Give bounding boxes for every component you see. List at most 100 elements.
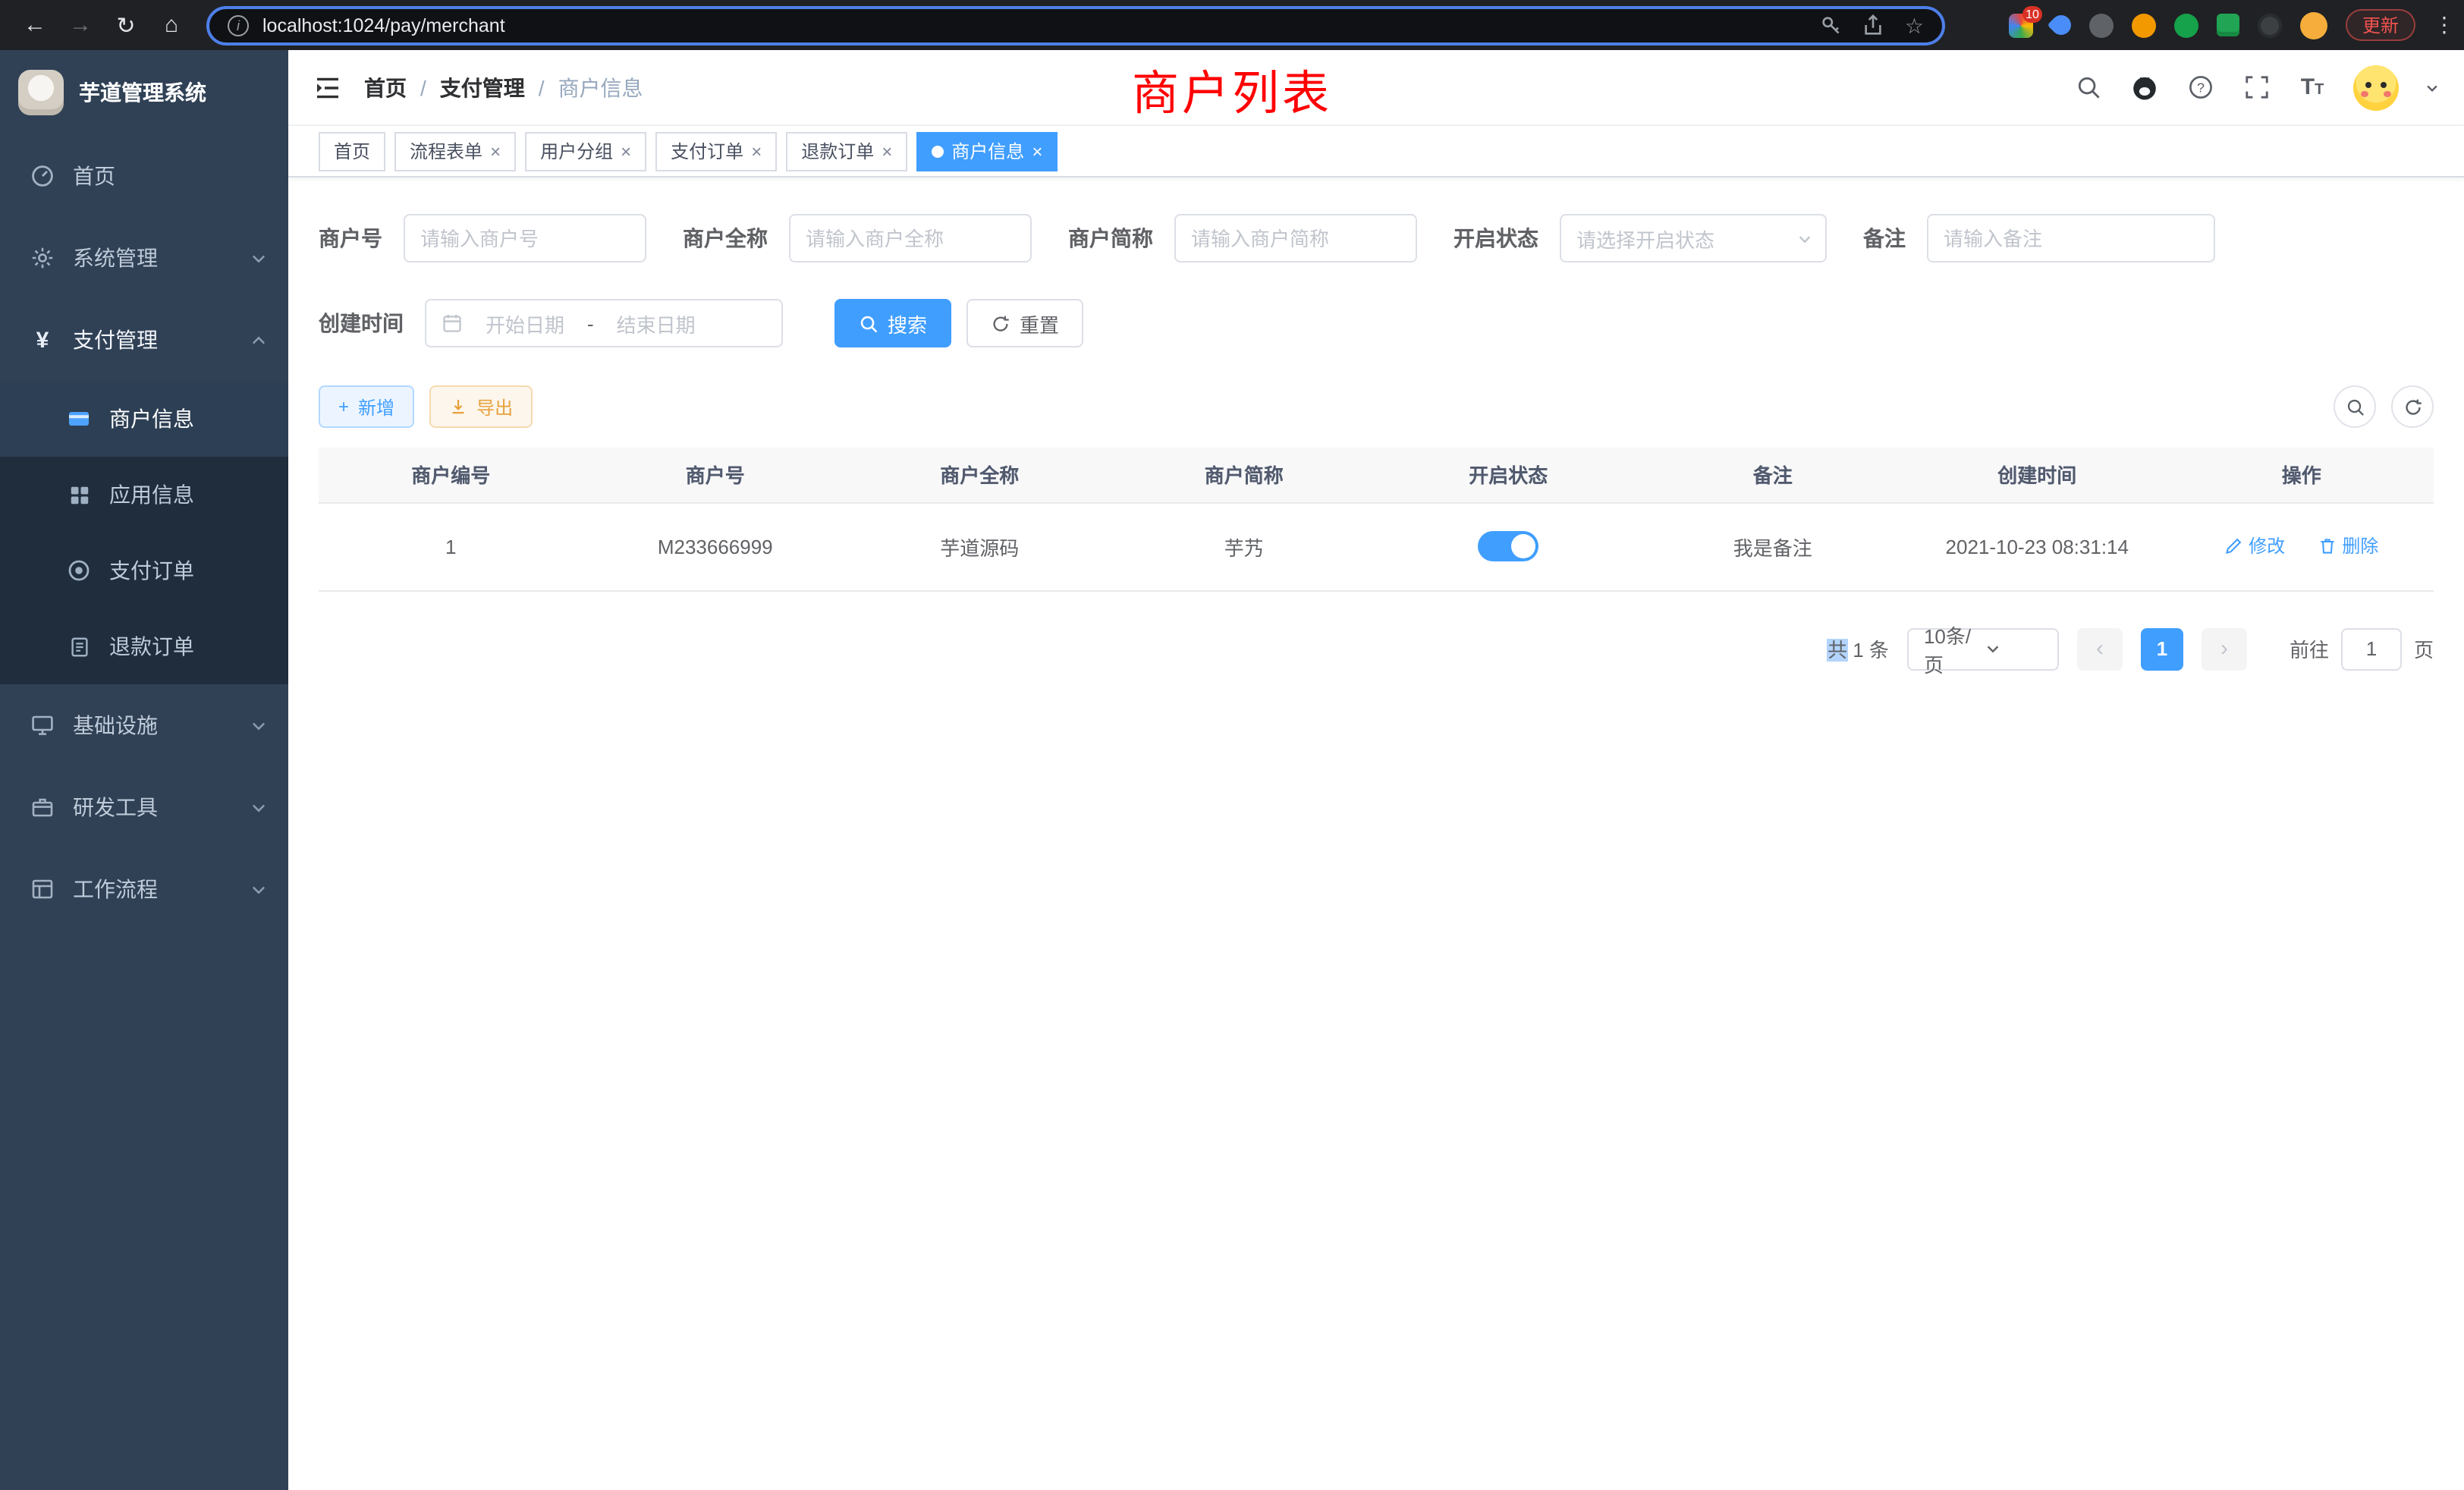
extension-colorful-icon[interactable]: 10 — [2009, 13, 2033, 37]
sidebar-item-payment[interactable]: ¥ 支付管理 — [0, 299, 288, 381]
browser-back-icon[interactable]: ← — [15, 5, 55, 45]
tab-merchant-info[interactable]: 商户信息 × — [916, 131, 1058, 171]
browser-forward-icon[interactable]: → — [61, 5, 100, 45]
remark-input[interactable] — [1927, 214, 2215, 262]
extension-green-circle-icon[interactable] — [2174, 13, 2198, 37]
sidebar-menu: 首页 系统管理 ¥ 支付管理 — [0, 135, 288, 930]
cell-short-name: 芋艿 — [1112, 502, 1377, 590]
short-name-input[interactable] — [1174, 214, 1417, 262]
tab-home[interactable]: 首页 — [319, 131, 385, 171]
password-key-icon[interactable] — [1820, 14, 1843, 36]
merchant-no-input[interactable] — [404, 214, 646, 262]
filter-label: 商户简称 — [1068, 223, 1153, 253]
toggle-search-icon[interactable] — [2334, 385, 2376, 428]
breadcrumb-payment[interactable]: 支付管理 — [440, 72, 525, 102]
prev-page-icon[interactable]: ‹ — [2077, 627, 2123, 670]
sidebar-item-refund-order[interactable]: 退款订单 — [0, 608, 288, 684]
sidebar-item-dev-tools[interactable]: 研发工具 — [0, 766, 288, 848]
cell-actions: 修改 删除 — [2170, 502, 2434, 590]
breadcrumb-home[interactable]: 首页 — [364, 72, 407, 102]
fullscreen-icon[interactable] — [2241, 72, 2271, 102]
page-size-select[interactable]: 10条/页 — [1907, 627, 2059, 670]
page-size-value: 10条/页 — [1924, 620, 1985, 677]
browser-update-button[interactable]: 更新 — [2346, 9, 2415, 41]
next-page-icon[interactable]: › — [2202, 627, 2247, 670]
col-merchant-no: 商户号 — [583, 448, 848, 502]
page-number-1[interactable]: 1 — [2141, 627, 2183, 670]
add-button[interactable]: + 新增 — [319, 385, 414, 428]
github-icon[interactable] — [2129, 72, 2159, 102]
filter-label: 商户全称 — [683, 223, 768, 253]
tab-user-group[interactable]: 用户分组 × — [525, 131, 646, 171]
breadcrumb-separator: / — [539, 75, 545, 99]
refresh-table-icon[interactable] — [2391, 385, 2434, 428]
sidebar-toggle-icon[interactable] — [313, 72, 343, 102]
breadcrumb-current: 商户信息 — [558, 72, 643, 102]
share-icon[interactable] — [1862, 14, 1885, 36]
edit-link[interactable]: 修改 — [2224, 533, 2285, 559]
date-range-picker[interactable]: 开始日期 - 结束日期 — [425, 299, 783, 347]
close-icon[interactable]: × — [1032, 142, 1042, 160]
delete-link[interactable]: 删除 — [2318, 533, 2378, 559]
extension-circle-icon[interactable] — [2089, 13, 2114, 37]
close-icon[interactable]: × — [882, 142, 892, 160]
cell-remark: 我是备注 — [1641, 502, 1906, 590]
tab-label: 首页 — [334, 138, 370, 164]
tab-refund-order[interactable]: 退款订单 × — [786, 131, 907, 171]
extension-drop-icon[interactable] — [2051, 15, 2071, 35]
grid-icon — [67, 483, 91, 507]
sidebar-item-workflow[interactable]: 工作流程 — [0, 848, 288, 930]
export-button[interactable]: 导出 — [429, 385, 533, 428]
close-icon[interactable]: × — [490, 142, 501, 160]
page-info-icon[interactable]: i — [228, 14, 249, 36]
browser-refresh-icon[interactable]: ↻ — [106, 5, 146, 45]
app-title: 芋道管理系统 — [79, 77, 206, 108]
sidebar-item-infrastructure[interactable]: 基础设施 — [0, 684, 288, 766]
search-button[interactable]: 搜索 — [834, 299, 951, 347]
reset-button[interactable]: 重置 — [966, 299, 1083, 347]
screen: ← → ↻ ⌂ i localhost:1024/pay/merchant ☆ … — [0, 0, 2464, 1490]
extension-notes-icon[interactable] — [2217, 14, 2239, 36]
pagination-total: 共 1 条 — [1828, 634, 1889, 663]
export-button-label: 导出 — [476, 394, 513, 420]
extension-people-icon[interactable] — [2132, 13, 2156, 37]
help-icon[interactable]: ? — [2185, 72, 2215, 102]
extension-knot-icon[interactable] — [2258, 13, 2282, 37]
close-icon[interactable]: × — [621, 142, 631, 160]
tab-pay-order[interactable]: 支付订单 × — [655, 131, 777, 171]
status-toggle[interactable] — [1478, 531, 1538, 561]
font-size-icon[interactable]: TT — [2297, 72, 2327, 102]
goto-label: 前往 — [2290, 634, 2329, 663]
cell-status — [1376, 502, 1641, 590]
app-logo[interactable]: 芋道管理系统 — [0, 50, 288, 135]
avatar-caret-icon[interactable] — [2425, 80, 2440, 95]
user-avatar[interactable] — [2353, 64, 2399, 110]
close-icon[interactable]: × — [751, 142, 762, 160]
sidebar-item-merchant-info[interactable]: 商户信息 — [0, 381, 288, 457]
profile-avatar-icon[interactable] — [2300, 11, 2327, 39]
browser-menu-icon[interactable]: ⋮ — [2434, 12, 2449, 38]
sidebar: 芋道管理系统 首页 系统管理 — [0, 50, 288, 1490]
tab-flow-form[interactable]: 流程表单 × — [394, 131, 516, 171]
sidebar-item-label: 工作流程 — [73, 874, 158, 904]
status-select[interactable]: 请选择开启状态 — [1560, 214, 1827, 262]
col-short-name: 商户简称 — [1112, 448, 1377, 502]
goto-page-input[interactable] — [2341, 627, 2402, 670]
tab-label: 商户信息 — [951, 138, 1024, 164]
url-bar[interactable]: i localhost:1024/pay/merchant ☆ — [206, 5, 1945, 45]
full-name-input[interactable] — [789, 214, 1032, 262]
sidebar-item-pay-order[interactable]: 支付订单 — [0, 533, 288, 608]
dashboard-icon — [30, 164, 55, 188]
bookmark-star-icon[interactable]: ☆ — [1905, 14, 1924, 36]
sidebar-item-system[interactable]: 系统管理 — [0, 217, 288, 299]
sidebar-item-app-info[interactable]: 应用信息 — [0, 457, 288, 533]
sidebar-item-home[interactable]: 首页 — [0, 135, 288, 217]
chevron-up-icon — [250, 332, 267, 348]
col-create-time: 创建时间 — [1905, 448, 2170, 502]
col-merchant-id: 商户编号 — [319, 448, 583, 502]
browser-home-icon[interactable]: ⌂ — [152, 5, 191, 45]
chevron-down-icon — [1985, 640, 2047, 657]
search-icon[interactable] — [2073, 72, 2103, 102]
breadcrumb-separator: / — [420, 75, 426, 99]
delete-link-label: 删除 — [2342, 533, 2378, 559]
